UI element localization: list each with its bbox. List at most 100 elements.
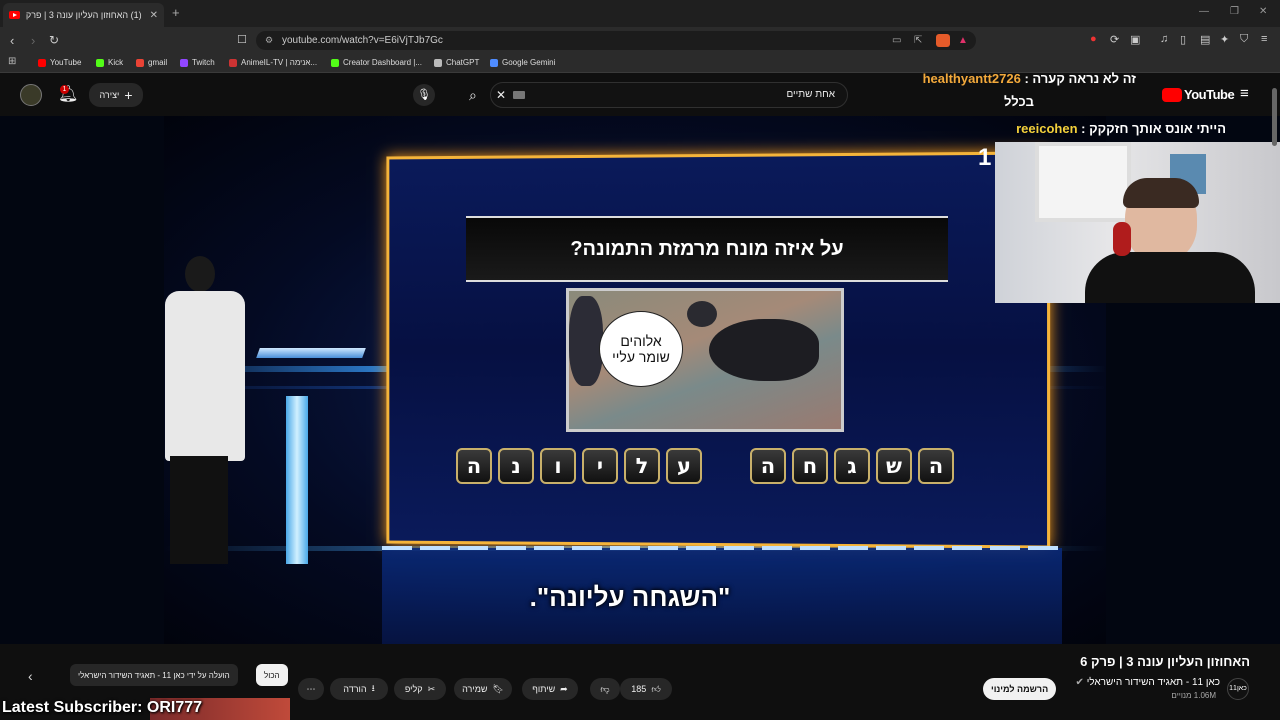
back-icon[interactable]: ‹	[10, 33, 14, 48]
bookmark-label: ChatGPT	[446, 58, 480, 67]
headphones	[1113, 222, 1131, 256]
music-icon[interactable]: ♫	[1160, 33, 1168, 45]
wallet-icon[interactable]: ▤	[1200, 33, 1210, 46]
streamer-shirt	[1085, 252, 1255, 303]
answer-letter-tile: נ	[498, 448, 534, 484]
vpn-icon[interactable]: ⛉	[1240, 33, 1248, 46]
maximize-icon[interactable]: ❐	[1230, 6, 1239, 17]
extension-icon[interactable]: ⟳	[1110, 33, 1119, 46]
chip-all[interactable]: הכול	[256, 664, 288, 686]
answer-letter-tile: ל	[624, 448, 660, 484]
record-icon[interactable]: ●	[1090, 33, 1097, 45]
avatar[interactable]	[20, 84, 42, 106]
create-label: יצירה	[99, 90, 120, 100]
site-info-icon[interactable]: ⚙	[265, 31, 273, 50]
chat-username: reeicohen	[1016, 121, 1078, 136]
podium-column	[286, 396, 308, 564]
clip-button[interactable]: קליפ ✂	[394, 678, 446, 700]
bookmark-item[interactable]: AnimeIL-TV | אנימה...	[229, 58, 317, 67]
contestant-head	[185, 256, 215, 292]
chat-message-text: זה לא נראה קערה	[1032, 71, 1136, 86]
search-input[interactable]: אחת שתיים ⌕ ✕	[469, 82, 848, 108]
menu-icon[interactable]: ≡	[1261, 33, 1267, 45]
notification-badge: 1	[60, 85, 69, 94]
plus-icon: +	[124, 87, 133, 103]
sidebar-icon[interactable]: ▯	[1180, 33, 1186, 46]
chip-scroll-left-icon[interactable]: ‹	[28, 668, 33, 684]
share-icon: ➦	[560, 683, 568, 694]
video-title: האחוזון העליון עונה 3 | פרק 6	[1080, 654, 1250, 669]
like-button[interactable]: 185 👍︎	[620, 678, 672, 700]
bookmark-item[interactable]: gmail	[136, 58, 167, 67]
speech-bubble: אלוהים שומר עליי	[599, 311, 683, 387]
chip-uploader[interactable]: הועלה על ידי כאן 11 - תאגיד השידור הישרא…	[70, 664, 238, 686]
bookmark-item[interactable]: YouTube	[38, 58, 81, 67]
scrollbar[interactable]	[1272, 88, 1277, 146]
install-icon[interactable]: ▭	[892, 31, 901, 50]
hamburger-menu-icon[interactable]: ≡	[1240, 85, 1249, 102]
save-icon: 🔖︎	[492, 683, 504, 694]
bookmark-page-icon[interactable]: ☐	[237, 33, 247, 46]
webcam-overlay	[995, 142, 1280, 303]
apps-icon[interactable]: ⊞	[8, 56, 16, 67]
bookmark-label: Google Gemini	[502, 58, 556, 67]
webcam-window	[1035, 142, 1131, 222]
answer-letter-tile: ה	[918, 448, 954, 484]
streamer-hair	[1123, 178, 1199, 208]
minimize-icon[interactable]: —	[1199, 6, 1209, 17]
close-window-icon[interactable]: ✕	[1259, 6, 1267, 17]
video-info-area: האחוזון העליון עונה 3 | פרק 6 כאן11 כאן …	[0, 644, 1280, 720]
bookmark-item[interactable]: Creator Dashboard |...	[331, 58, 422, 67]
share-page-icon[interactable]: ⇱	[914, 31, 922, 50]
bookmark-label: Twitch	[192, 58, 215, 67]
second-pigeon-shape	[569, 296, 603, 386]
address-bar[interactable]: ⚙ youtube.com/watch?v=E6iVjTJb7Gc ▭ ⇱ ▲	[256, 31, 976, 50]
answer-letter-tile: י	[582, 448, 618, 484]
new-tab-icon[interactable]: +	[172, 5, 180, 20]
url-text: youtube.com/watch?v=E6iVjTJb7Gc	[282, 35, 443, 46]
save-label: שמירה	[462, 684, 488, 694]
like-count: 185	[631, 684, 647, 694]
forward-icon[interactable]: ›	[31, 33, 35, 48]
bookmark-item[interactable]: ChatGPT	[434, 58, 479, 67]
bookmark-item[interactable]: Kick	[96, 58, 123, 67]
more-actions-button[interactable]: ⋯	[298, 678, 324, 700]
youtube-favicon-icon	[9, 11, 20, 19]
floor-lights	[382, 546, 1062, 550]
keyboard-icon[interactable]	[513, 91, 525, 99]
voice-search-icon[interactable]: 🎙︎	[413, 84, 435, 106]
share-button[interactable]: שיתוף ➦	[522, 678, 578, 700]
clip-label: קליפ	[404, 684, 423, 694]
bookmark-item[interactable]: Twitch	[180, 58, 215, 67]
channel-name-text: כאן 11 - תאגיד השידור הישראלי	[1086, 677, 1220, 688]
bookmark-favicon-icon	[490, 58, 498, 67]
chat-message-text: הייתי אונס אותך חזקקק	[1089, 121, 1226, 136]
channel-name[interactable]: כאן 11 - תאגיד השידור הישראלי ✔	[1076, 677, 1220, 688]
screenshot-icon[interactable]: ▣	[1130, 33, 1140, 46]
create-button[interactable]: יצירה +	[89, 83, 143, 107]
more-icon: ⋯	[306, 683, 316, 694]
close-tab-icon[interactable]: ✕	[150, 10, 158, 21]
share-label: שיתוף	[532, 684, 556, 694]
download-button[interactable]: הורדה ⭳	[330, 678, 388, 700]
clue-image: אלוהים שומר עליי	[566, 288, 844, 432]
reload-icon[interactable]: ↻	[49, 33, 59, 47]
subscribe-button[interactable]: הרשמה למינוי	[983, 678, 1057, 700]
bookmark-item[interactable]: Google Gemini	[490, 58, 555, 67]
download-label: הורדה	[343, 684, 367, 694]
brave-shield-icon[interactable]	[936, 34, 950, 47]
save-button[interactable]: שמירה 🔖︎	[454, 678, 512, 700]
browser-tab[interactable]: (1) האחוזון העליון עונה 3 | פרק 6 ✕	[3, 3, 164, 27]
question-banner: על איזה מונח מרמזת התמונה?	[466, 216, 948, 282]
answer-letter-tile: ע	[666, 448, 702, 484]
bookmark-favicon-icon	[96, 58, 104, 67]
brave-rewards-icon[interactable]: ▲	[958, 31, 968, 50]
clear-search-icon[interactable]: ✕	[496, 83, 506, 107]
search-icon[interactable]: ⌕	[469, 83, 477, 107]
channel-avatar[interactable]: כאן11	[1227, 678, 1249, 700]
contestant-shirt	[165, 291, 245, 461]
ai-icon[interactable]: ✦	[1220, 33, 1229, 46]
dislike-button[interactable]: 👎︎	[590, 678, 620, 700]
pigeon-shape	[709, 319, 819, 381]
youtube-logo-icon[interactable]	[1162, 88, 1182, 102]
